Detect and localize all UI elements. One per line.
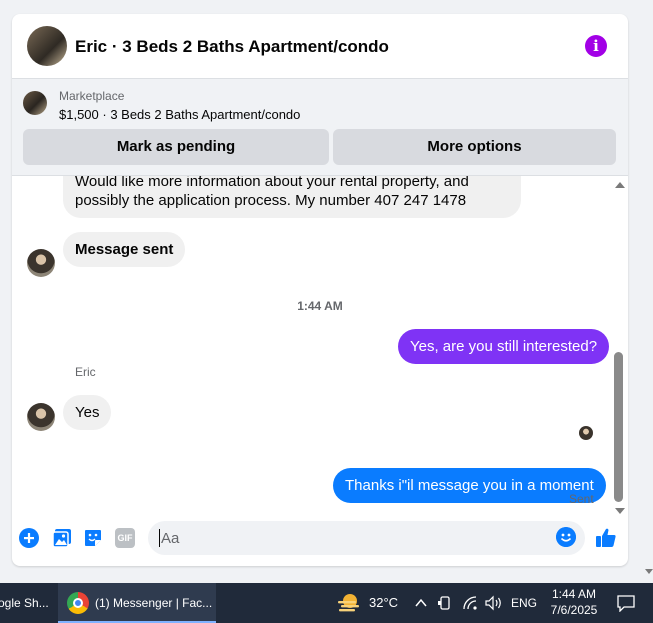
marketplace-banner: Marketplace $1,500 · 3 Beds 2 Baths Apar… (12, 79, 628, 176)
message-input-placeholder: Aa (161, 530, 180, 547)
sticker-icon[interactable] (83, 528, 103, 548)
scroll-up-icon[interactable] (615, 182, 625, 188)
taskbar-item-messenger[interactable]: (1) Messenger | Fac... (58, 583, 216, 623)
mark-as-pending-button[interactable]: Mark as pending (23, 129, 329, 165)
clock-time: 1:44 AM (551, 587, 597, 601)
contact-avatar[interactable] (27, 249, 55, 277)
volume-icon[interactable] (485, 595, 503, 611)
chat-title[interactable]: Eric · 3 Beds 2 Baths Apartment/condo (75, 37, 389, 57)
listing-summary[interactable]: $1,500 · 3 Beds 2 Baths Apartment/condo (59, 107, 300, 122)
language-indicator[interactable]: ENG (511, 583, 537, 623)
text-caret (159, 529, 160, 547)
message-text-line: Would like more information about your r… (75, 176, 469, 190)
plus-icon[interactable] (19, 528, 39, 548)
gif-icon[interactable]: GIF (115, 528, 135, 548)
contact-avatar[interactable] (27, 26, 67, 66)
seen-indicator-avatar (579, 426, 593, 440)
chat-header: Eric · 3 Beds 2 Baths Apartment/condo i (12, 14, 628, 79)
page-scroll-down-icon[interactable] (645, 568, 653, 576)
taskbar-item-label: ogle Sh... (0, 596, 49, 610)
message-input[interactable]: Aa (148, 521, 585, 555)
inbound-message-bubble[interactable]: Message sent (63, 232, 186, 267)
clock-date: 7/6/2025 (550, 603, 598, 617)
contact-avatar[interactable] (27, 403, 55, 431)
inbound-message-bubble[interactable]: Yes (63, 395, 112, 430)
message-composer: GIF Aa (12, 518, 628, 566)
message-list: Would like more information about your r… (12, 176, 628, 518)
chrome-icon (67, 592, 89, 614)
wifi-icon[interactable] (462, 595, 478, 611)
device-icon[interactable] (438, 595, 452, 611)
windows-taskbar: ogle Sh... (1) Messenger | Fac... 32°C E… (0, 583, 653, 623)
emoji-icon[interactable] (556, 527, 576, 547)
message-timestamp: 1:44 AM (297, 299, 343, 313)
scroll-down-icon[interactable] (615, 508, 625, 514)
thumbs-up-icon[interactable] (595, 527, 617, 549)
inbound-message-bubble[interactable]: Would like more information about your r… (63, 176, 521, 218)
photo-icon[interactable] (52, 528, 72, 548)
outbound-message-bubble[interactable]: Thanks i"il message you in a moment (333, 468, 606, 503)
notification-icon[interactable] (617, 594, 635, 612)
chat-window: Eric · 3 Beds 2 Baths Apartment/condo i … (12, 14, 628, 566)
system-clock[interactable]: 1:44 AM 7/6/2025 (546, 586, 602, 618)
scrollbar-thumb[interactable] (614, 352, 623, 502)
delivery-status: Sent (569, 492, 594, 506)
marketplace-label: Marketplace (59, 89, 125, 103)
listing-thumbnail[interactable] (23, 91, 47, 115)
info-icon[interactable]: i (585, 35, 607, 57)
message-scrollbar[interactable] (612, 176, 626, 518)
chevron-up-icon[interactable] (414, 597, 428, 609)
taskbar-item-label: (1) Messenger | Fac... (95, 596, 213, 610)
sender-name: Eric (75, 365, 96, 379)
temperature-label[interactable]: 32°C (369, 583, 398, 623)
more-options-button[interactable]: More options (333, 129, 616, 165)
taskbar-item-sheets[interactable]: ogle Sh... (0, 583, 52, 623)
outbound-message-bubble[interactable]: Yes, are you still interested? (398, 329, 610, 364)
weather-icon[interactable] (337, 592, 361, 614)
message-text-line: possibly the application process. My num… (75, 192, 467, 209)
